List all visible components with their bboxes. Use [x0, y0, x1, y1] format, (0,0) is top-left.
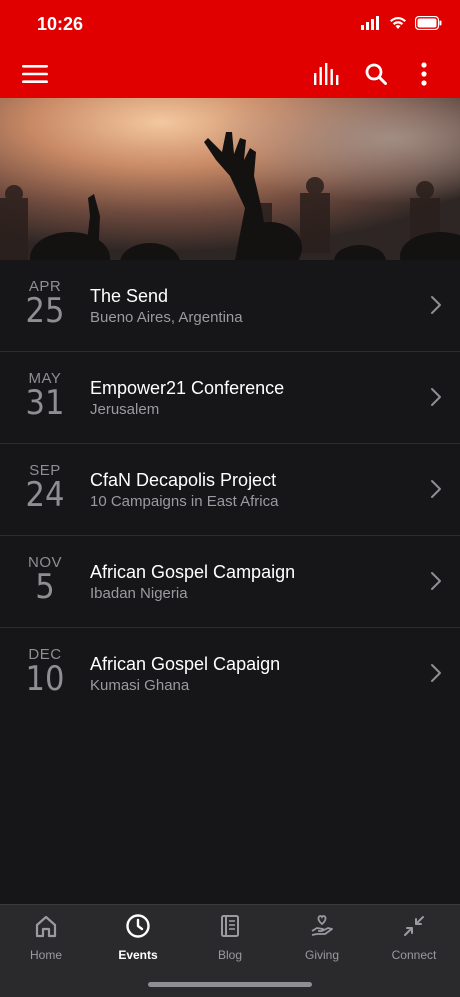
- book-icon: [221, 915, 239, 937]
- tab-connect[interactable]: Connect: [368, 913, 460, 962]
- tab-label: Blog: [217, 948, 243, 962]
- chevron-right-icon: [431, 572, 441, 590]
- tab-events[interactable]: Events: [92, 913, 184, 962]
- app-header: 10:26: [0, 0, 460, 98]
- clock-icon: [126, 914, 150, 938]
- more-vertical-icon: [421, 62, 427, 86]
- event-location: Bueno Aires, Argentina: [90, 309, 243, 326]
- audio-button[interactable]: [310, 60, 344, 88]
- chevron-right-icon: [431, 388, 441, 406]
- concert-crowd-illustration: [0, 98, 460, 260]
- event-location: 10 Campaigns in East Africa: [90, 493, 279, 510]
- event-day: 5: [35, 567, 55, 607]
- more-options-button[interactable]: [414, 60, 434, 88]
- event-title: African Gospel Capaign: [90, 654, 281, 674]
- tab-label: Events: [118, 948, 158, 962]
- event-title: The Send: [90, 286, 169, 306]
- event-date: MAY 31: [18, 370, 72, 423]
- wifi-icon: [390, 17, 406, 29]
- tab-label: Giving: [304, 948, 339, 962]
- search-button[interactable]: [362, 60, 390, 88]
- status-icons: [361, 16, 442, 30]
- event-title: Empower21 Conference: [90, 378, 285, 398]
- search-icon: [365, 63, 387, 85]
- event-title: African Gospel Campaign: [90, 562, 296, 582]
- list-empty-area: [0, 716, 460, 904]
- tab-home[interactable]: Home: [0, 913, 92, 962]
- event-row[interactable]: APR 25 The Send Bueno Aires, Argentina: [0, 260, 460, 352]
- event-date: SEP 24: [18, 462, 72, 515]
- events-list: APR 25 The Send Bueno Aires, Argentina M…: [0, 260, 460, 720]
- event-day: 25: [25, 291, 65, 331]
- collapse-arrows-icon: [404, 916, 424, 936]
- status-bar: 10:26: [0, 0, 460, 50]
- event-location: Kumasi Ghana: [90, 677, 190, 694]
- giving-hand-icon: [311, 915, 333, 936]
- event-day: 10: [25, 659, 65, 699]
- battery-icon: [415, 16, 442, 30]
- chevron-right-icon: [431, 664, 441, 682]
- event-row[interactable]: MAY 31 Empower21 Conference Jerusalem: [0, 352, 460, 444]
- status-time: 10:26: [37, 14, 84, 34]
- home-icon: [35, 915, 57, 938]
- event-day: 31: [25, 383, 65, 423]
- event-location: Jerusalem: [90, 401, 160, 418]
- event-date: DEC 10: [18, 646, 72, 699]
- tab-label: Home: [29, 948, 62, 962]
- hamburger-menu-icon: [22, 65, 48, 83]
- tab-label: Connect: [391, 948, 437, 962]
- event-location: Ibadan Nigeria: [90, 585, 188, 602]
- event-date: NOV 5: [18, 554, 72, 607]
- equalizer-bars-icon: [314, 63, 339, 85]
- tab-blog[interactable]: Blog: [184, 913, 276, 962]
- home-indicator[interactable]: [148, 982, 312, 987]
- tab-giving[interactable]: Giving: [276, 913, 368, 962]
- chevron-right-icon: [431, 296, 441, 314]
- signal-icon: [361, 16, 379, 30]
- event-date: APR 25: [18, 278, 72, 331]
- hero-image: [0, 98, 460, 260]
- event-row[interactable]: NOV 5 African Gospel Campaign Ibadan Nig…: [0, 536, 460, 628]
- chevron-right-icon: [431, 480, 441, 498]
- event-row[interactable]: SEP 24 CfaN Decapolis Project 10 Campaig…: [0, 444, 460, 536]
- event-day: 24: [25, 475, 65, 515]
- menu-button[interactable]: [20, 60, 50, 88]
- toolbar: [0, 50, 460, 98]
- event-title: CfaN Decapolis Project: [90, 470, 277, 490]
- event-row[interactable]: DEC 10 African Gospel Capaign Kumasi Gha…: [0, 628, 460, 720]
